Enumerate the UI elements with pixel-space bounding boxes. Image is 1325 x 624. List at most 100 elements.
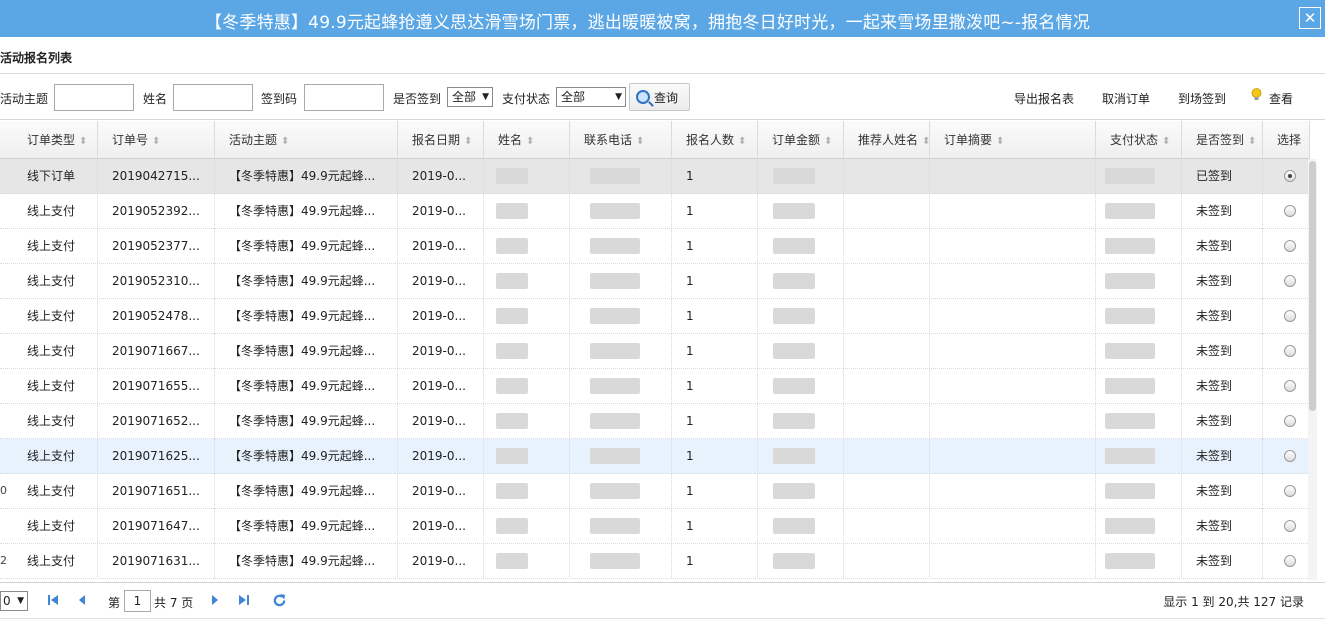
cell-ref: [844, 159, 930, 194]
table-row[interactable]: 线上支付 2019052377... 【冬季特惠】49.9元起蜂... 2019-0.…: [0, 229, 1310, 264]
cell-order_no: 2019052392...: [98, 194, 215, 229]
checkin-button[interactable]: 到场签到: [1178, 90, 1226, 107]
redacted-block: [1105, 448, 1155, 464]
signed-select[interactable]: 全部 ▼: [447, 87, 493, 107]
cell-type: 线上支付: [13, 474, 98, 509]
row-select-radio[interactable]: [1284, 520, 1296, 532]
column-header-summary[interactable]: 订单摘要 ⬍: [930, 121, 1096, 159]
topic-label: 活动主题: [0, 92, 49, 106]
table-row[interactable]: 线下订单 2019042715... 【冬季特惠】49.9元起蜂... 2019-0.…: [0, 159, 1310, 194]
table-row[interactable]: 2 线上支付 2019071631... 【冬季特惠】49.9元起蜂... 2019-0…: [0, 544, 1310, 579]
close-button[interactable]: ✕: [1299, 7, 1321, 29]
table-row[interactable]: 线上支付 2019071625... 【冬季特惠】49.9元起蜂... 2019-0.…: [0, 439, 1310, 474]
redacted-block: [590, 238, 640, 254]
cell-order_no: 2019042715...: [98, 159, 215, 194]
column-header-name[interactable]: 姓名 ⬍: [484, 121, 570, 159]
column-header-label: 订单金额: [772, 133, 821, 147]
row-select-radio[interactable]: [1284, 380, 1296, 392]
redacted-block: [496, 483, 528, 499]
signed-label: 是否签到: [393, 92, 442, 106]
first-page-button[interactable]: [45, 592, 61, 608]
column-header-type[interactable]: 订单类型 ⬍: [13, 121, 98, 159]
column-header-pay[interactable]: 支付状态 ⬍: [1096, 121, 1182, 159]
cell-topic: 【冬季特惠】49.9元起蜂...: [215, 439, 398, 474]
table-row[interactable]: 线上支付 2019071647... 【冬季特惠】49.9元起蜂... 2019-0.…: [0, 509, 1310, 544]
page-size-value: 0: [3, 594, 11, 608]
table-row[interactable]: 线上支付 2019052478... 【冬季特惠】49.9元起蜂... 2019-0.…: [0, 299, 1310, 334]
table-row[interactable]: 0 线上支付 2019071651... 【冬季特惠】49.9元起蜂... 2019-0…: [0, 474, 1310, 509]
cancel-order-button[interactable]: 取消订单: [1102, 90, 1150, 107]
table-row[interactable]: 线上支付 2019071667... 【冬季特惠】49.9元起蜂... 2019-0.…: [0, 334, 1310, 369]
table-row[interactable]: 线上支付 2019071652... 【冬季特惠】49.9元起蜂... 2019-0.…: [0, 404, 1310, 439]
cell-date: 2019-0...: [398, 299, 484, 334]
row-select-radio[interactable]: [1284, 345, 1296, 357]
export-button[interactable]: 导出报名表: [1014, 90, 1074, 107]
cell-ref: [844, 334, 930, 369]
column-header-topic[interactable]: 活动主题 ⬍: [215, 121, 398, 159]
last-page-button[interactable]: [236, 592, 252, 608]
row-select-radio[interactable]: [1284, 485, 1296, 497]
cell-order_no: 2019052310...: [98, 264, 215, 299]
page-size-select[interactable]: 0 ▼: [0, 591, 28, 611]
code-input[interactable]: [304, 84, 384, 111]
pay-select[interactable]: 全部 ▼: [556, 87, 626, 107]
cell-signed: 未签到: [1182, 404, 1263, 439]
row-select-radio[interactable]: [1284, 310, 1296, 322]
table-row[interactable]: 线上支付 2019071655... 【冬季特惠】49.9元起蜂... 2019-0.…: [0, 369, 1310, 404]
table-row[interactable]: 线上支付 2019052392... 【冬季特惠】49.9元起蜂... 2019-0.…: [0, 194, 1310, 229]
view-button[interactable]: 查看: [1269, 90, 1293, 107]
cell-type: 线上支付: [13, 404, 98, 439]
redacted-block: [773, 308, 815, 324]
panel-title: 活动报名列表: [0, 51, 73, 65]
row-select-radio[interactable]: [1284, 170, 1296, 182]
row-select-radio[interactable]: [1284, 275, 1296, 287]
column-header-label: 订单摘要: [944, 133, 993, 147]
refresh-button[interactable]: [271, 592, 287, 608]
column-header-count[interactable]: 报名人数 ⬍: [672, 121, 758, 159]
column-header-signed[interactable]: 是否签到 ⬍: [1182, 121, 1263, 159]
row-select-radio[interactable]: [1284, 240, 1296, 252]
vertical-scrollbar[interactable]: [1308, 159, 1317, 580]
row-select-radio[interactable]: [1284, 415, 1296, 427]
row-select-radio[interactable]: [1284, 205, 1296, 217]
column-header-phone[interactable]: 联系电话 ⬍: [570, 121, 672, 159]
cell-topic: 【冬季特惠】49.9元起蜂...: [215, 334, 398, 369]
row-select-radio[interactable]: [1284, 450, 1296, 462]
sort-icon: ⬍: [824, 136, 833, 147]
redacted-block: [590, 343, 640, 359]
lightbulb-icon: [1251, 88, 1262, 100]
row-select-radio[interactable]: [1284, 555, 1296, 567]
column-header-amount[interactable]: 订单金额 ⬍: [758, 121, 844, 159]
redacted-block: [1105, 168, 1155, 184]
column-header-choose[interactable]: 选择: [1263, 121, 1310, 159]
next-page-button[interactable]: [207, 592, 223, 608]
scrollbar-thumb[interactable]: [1309, 161, 1316, 411]
cell-count: 1: [672, 334, 758, 369]
page-number-input[interactable]: 1: [124, 590, 151, 612]
table-row[interactable]: 线上支付 2019052310... 【冬季特惠】49.9元起蜂... 2019-0.…: [0, 264, 1310, 299]
redacted-block: [590, 308, 640, 324]
cell-summary: [930, 544, 1096, 579]
chevron-down-icon: ▼: [615, 92, 622, 102]
chevron-down-icon: ▼: [17, 596, 24, 606]
redacted-block: [773, 553, 815, 569]
cell-count: 1: [672, 439, 758, 474]
filter-toolbar: 活动主题 姓名 签到码 是否签到 全部 ▼ 支付状态 全部 ▼ 查询 导出报名表…: [0, 75, 1325, 120]
cell-type: 线上支付: [13, 299, 98, 334]
column-header-order_no[interactable]: 订单号 ⬍: [98, 121, 215, 159]
cell-topic: 【冬季特惠】49.9元起蜂...: [215, 509, 398, 544]
prev-page-button[interactable]: [74, 592, 90, 608]
cell-type: 线上支付: [13, 439, 98, 474]
name-input[interactable]: [173, 84, 253, 111]
column-header-date[interactable]: 报名日期 ⬍: [398, 121, 484, 159]
query-button[interactable]: 查询: [629, 83, 690, 111]
column-header-label: 选择: [1277, 133, 1302, 147]
column-header-ref[interactable]: 推荐人姓名 ⬍: [844, 121, 930, 159]
cell-count: 1: [672, 474, 758, 509]
cell-order_no: 2019071625...: [98, 439, 215, 474]
cell-ref: [844, 229, 930, 264]
cell-signed: 未签到: [1182, 474, 1263, 509]
cell-count: 1: [672, 194, 758, 229]
topic-input[interactable]: [54, 84, 134, 111]
redacted-block: [1105, 273, 1155, 289]
